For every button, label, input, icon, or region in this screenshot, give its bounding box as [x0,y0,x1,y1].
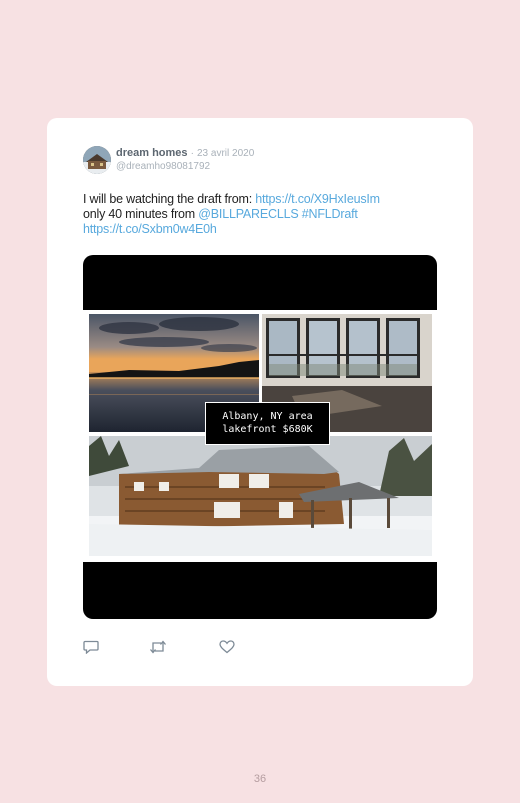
hashtag-link[interactable]: #NFLDraft [302,207,358,221]
caption-line: lakefront $680K [222,424,313,435]
retweet-icon[interactable] [149,640,167,656]
tweet-link[interactable]: https://t.co/X9HxIeusIm [255,192,380,206]
like-icon[interactable] [219,640,237,656]
media-caption: Albany, NY area lakefront $680K [205,402,330,445]
avatar[interactable] [83,146,111,174]
page-number: 36 [253,773,267,785]
tweet-date[interactable]: 23 avril 2020 [197,148,254,159]
author-handle[interactable]: @dreamho98081792 [116,161,210,172]
author-name[interactable]: dream homes [116,147,188,159]
tweet-text-part: I will be watching the draft from: [83,192,256,206]
tweet-text-part: only 40 minutes from [83,207,199,221]
tweet-actions [83,640,243,656]
tweet-text: I will be watching the draft from: https… [83,192,443,237]
mention-link[interactable]: @BILLPARECLLS [198,207,298,221]
log-house-photo [89,436,432,556]
tweet-card: dream homes · 23 avril 2020 @dreamho9808… [47,118,473,686]
reply-icon[interactable] [83,640,101,656]
separator: · [190,148,194,159]
tweet-author: dream homes · 23 avril 2020 [116,147,254,159]
tweet-link[interactable]: https://t.co/Sxbm0w4E0h [83,222,217,236]
caption-line: Albany, NY area [222,411,313,422]
photo-collage: Albany, NY area lakefront $680K [83,310,437,562]
tweet-media[interactable]: Albany, NY area lakefront $680K [83,255,437,619]
